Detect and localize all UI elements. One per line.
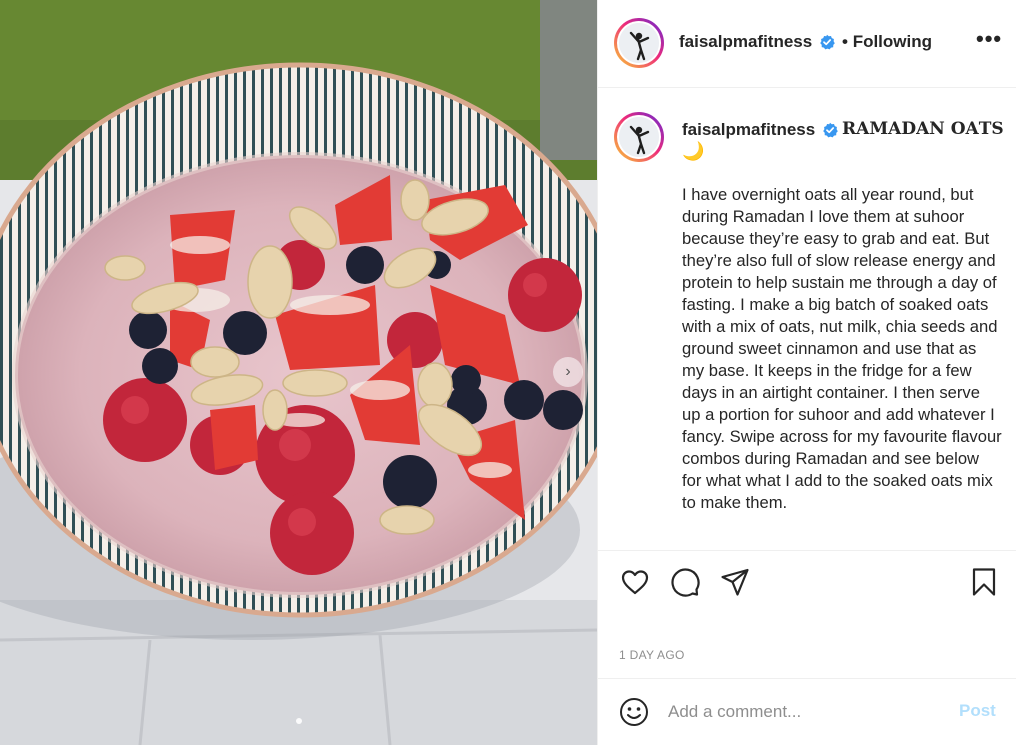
paper-plane-icon[interactable] (719, 566, 751, 598)
comment-bubble-icon[interactable] (669, 566, 701, 598)
carousel-indicator (0, 718, 597, 724)
post-timestamp[interactable]: 1 DAY AGO (619, 648, 685, 662)
carousel-next-button[interactable]: › (553, 357, 583, 387)
comment-input[interactable] (668, 699, 938, 725)
caption-text: I have overnight oats all year round, bu… (682, 185, 1002, 512)
bookmark-icon[interactable] (968, 566, 1000, 598)
caption-title: 𝐑𝐀𝐌𝐀𝐃𝐀𝐍 𝐎𝐀𝐓𝐒 (842, 119, 1004, 139)
heart-icon[interactable] (619, 566, 651, 598)
username-link[interactable]: faisalpmafitness (679, 32, 812, 52)
comment-form: Post (598, 678, 1016, 745)
post-comment-button[interactable]: Post (959, 701, 996, 721)
caption-username-link[interactable]: faisalpmafitness (682, 120, 815, 140)
avatar[interactable] (614, 18, 664, 68)
verified-badge-icon (823, 122, 838, 138)
more-icon: ••• (976, 26, 1003, 51)
smiley-icon[interactable] (618, 696, 650, 728)
profile-picture (619, 23, 659, 63)
carousel-dot-active (295, 718, 302, 724)
post-side-panel: faisalpmafitness • Following ••• faisalp… (597, 0, 1016, 745)
profile-picture (619, 117, 659, 157)
post-actions (598, 560, 1016, 604)
caption-section: faisalpmafitness 𝐑𝐀𝐌𝐀𝐃𝐀𝐍 𝐎𝐀𝐓𝐒 🌙 I have o… (598, 89, 1016, 551)
chevron-right-icon: › (565, 363, 571, 380)
post-photo[interactable]: › (0, 0, 597, 745)
caption-avatar[interactable] (614, 112, 664, 162)
moon-emoji: 🌙 (682, 141, 705, 161)
verified-badge-icon (820, 34, 835, 50)
oats-bowl-image (0, 0, 597, 745)
following-button[interactable]: • Following (842, 32, 932, 52)
more-options-button[interactable]: ••• (976, 26, 1002, 52)
following-label: Following (852, 32, 933, 51)
post-header: faisalpmafitness • Following ••• (598, 0, 1016, 88)
